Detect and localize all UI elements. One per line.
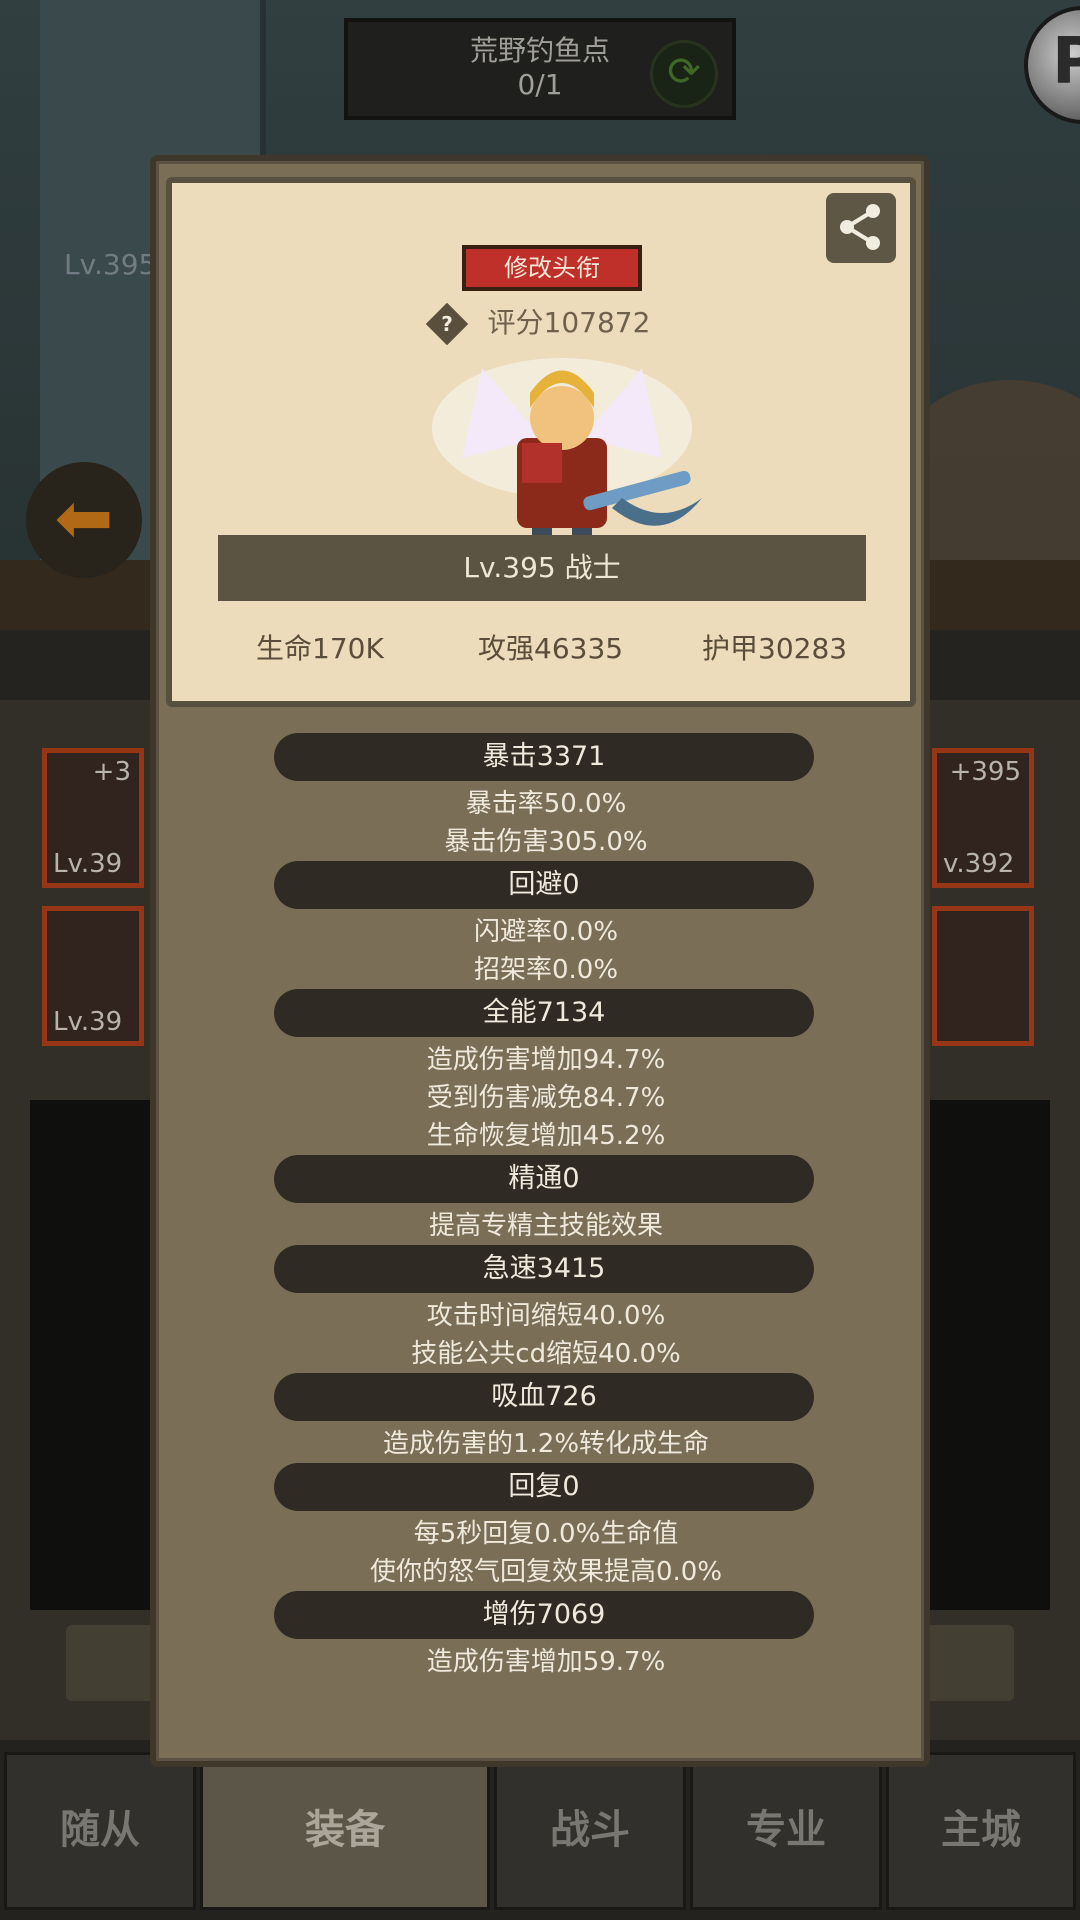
stat-attack: 攻强46335 (478, 632, 624, 665)
stat-armor: 护甲30283 (702, 632, 848, 665)
stat-header-damage-bonus: 增伤7069 (274, 1591, 814, 1639)
stat-line: 攻击时间缩短40.0% (426, 1301, 666, 1331)
stat-line: 受到伤害减免84.7% (426, 1083, 666, 1113)
share-icon[interactable] (826, 193, 896, 263)
stat-header-mastery: 精通0 (274, 1155, 814, 1203)
hero-avatar (422, 348, 702, 563)
stat-header-crit: 暴击3371 (274, 733, 814, 781)
stat-line: 招架率0.0% (473, 955, 619, 985)
level-class-bar: Lv.395 战士 (218, 535, 866, 601)
stat-header-haste: 急速3415 (274, 1245, 814, 1293)
character-card: 修改头衔 ? 评分107872 Lv.395 战士 生命170K 攻强46335 (166, 177, 916, 707)
stat-line: 造成伤害增加59.7% (426, 1647, 666, 1677)
help-icon-glyph: ? (440, 312, 453, 336)
stat-line: 技能公共cd缩短40.0% (411, 1339, 681, 1369)
score-text: 评分107872 (487, 306, 651, 339)
stat-line: 造成伤害的1.2%转化成生命 (382, 1429, 710, 1459)
modify-title-button[interactable]: 修改头衔 (462, 245, 642, 291)
help-icon[interactable]: ? (425, 302, 468, 346)
character-stats-modal: 修改头衔 ? 评分107872 Lv.395 战士 生命170K 攻强46335 (150, 155, 930, 1767)
stat-header-regen: 回复0 (274, 1463, 814, 1511)
stat-header-lifesteal: 吸血726 (274, 1373, 814, 1421)
stat-line: 闪避率0.0% (473, 917, 619, 947)
stat-line: 造成伤害增加94.7% (426, 1045, 666, 1075)
stat-line: 暴击率50.0% (465, 789, 627, 819)
score-row: ? 评分107872 (172, 301, 910, 346)
stat-hp: 生命170K (256, 632, 384, 665)
stat-line: 生命恢复增加45.2% (426, 1121, 666, 1151)
stat-line: 提高专精主技能效果 (428, 1211, 663, 1241)
stat-line: 每5秒回复0.0%生命值 (413, 1519, 679, 1549)
stat-header-versatility: 全能7134 (274, 989, 814, 1037)
stat-header-avoidance: 回避0 (274, 861, 814, 909)
stat-line: 暴击伤害305.0% (444, 827, 648, 857)
stat-line: 使你的怒气回复效果提高0.0% (369, 1557, 723, 1587)
